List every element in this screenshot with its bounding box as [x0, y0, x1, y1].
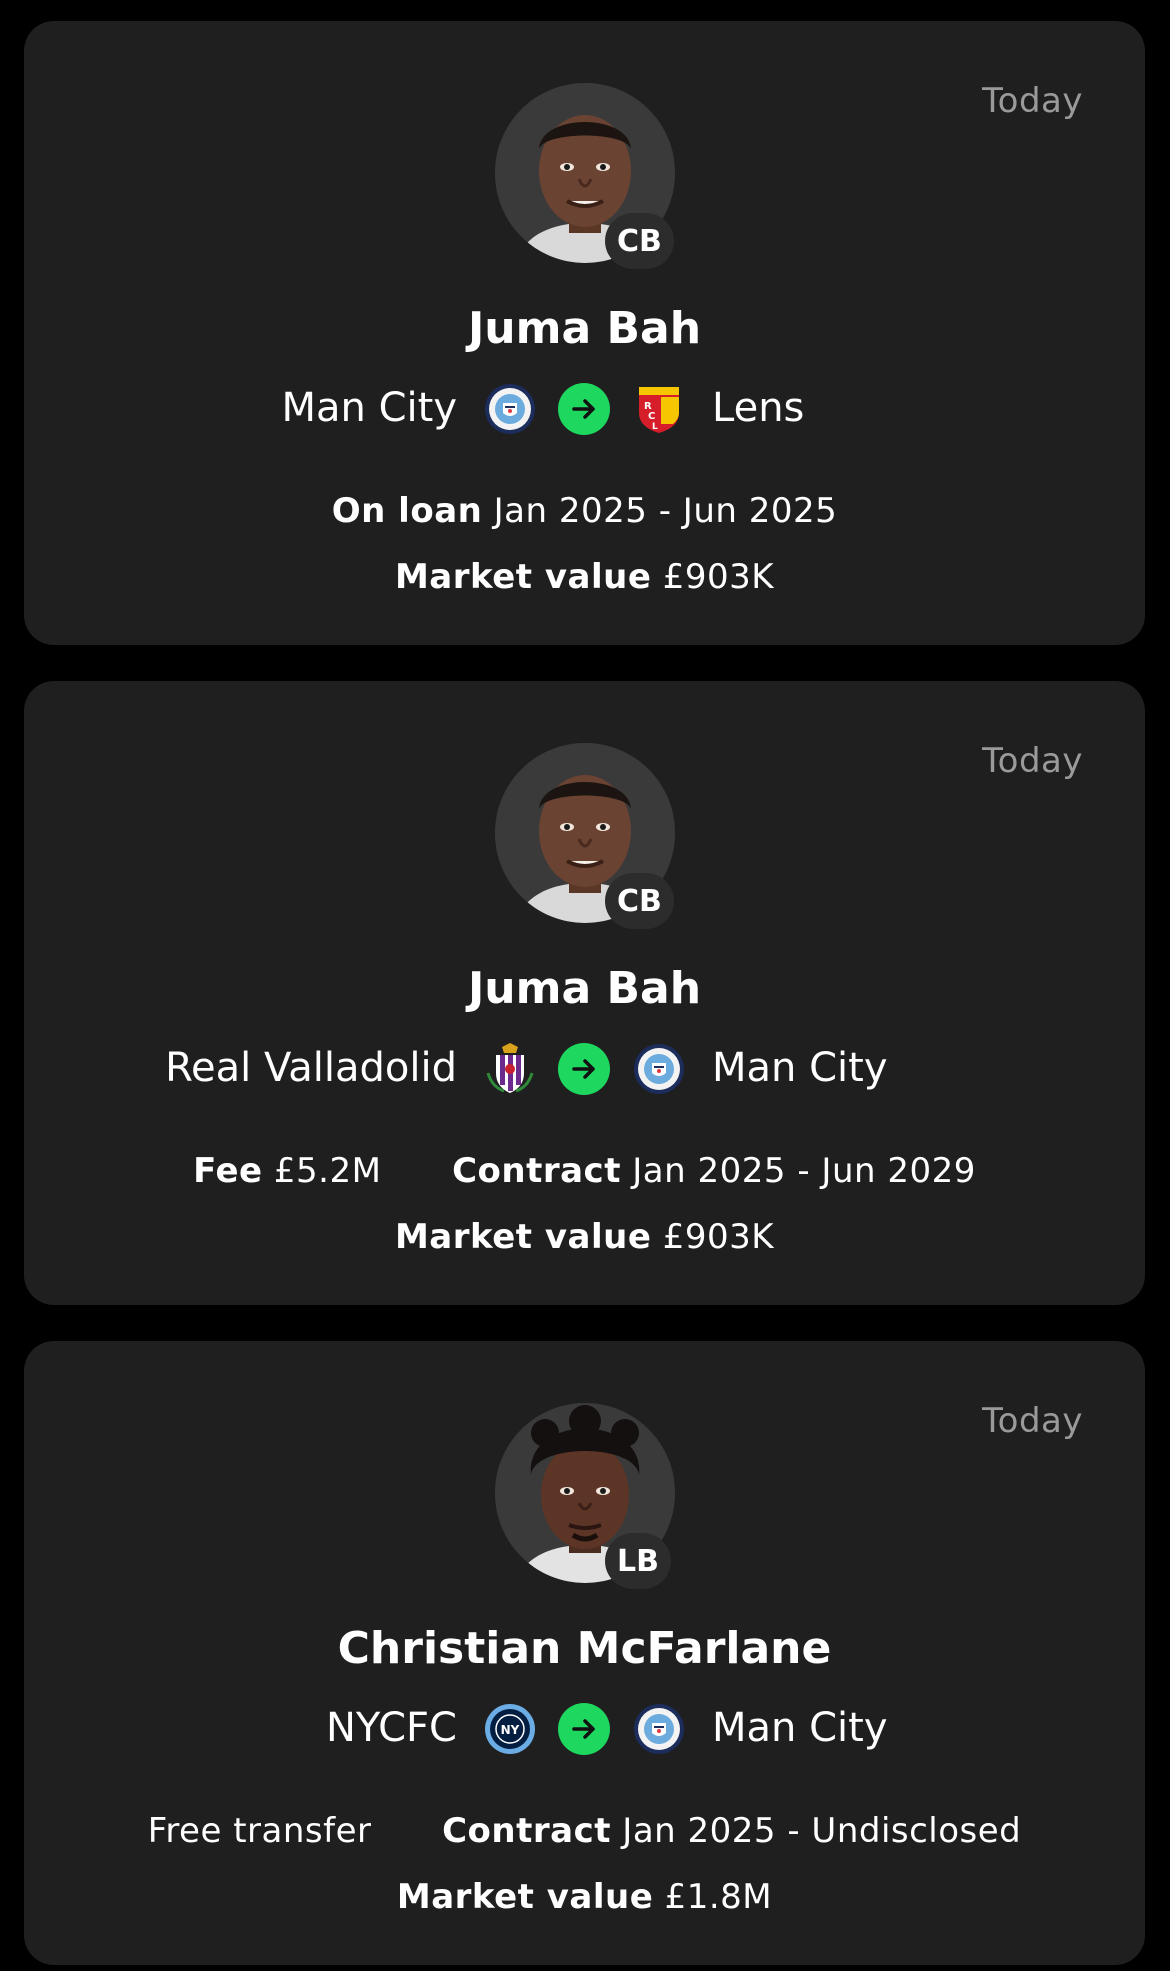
man-city-crest-icon[interactable]: [633, 1703, 685, 1755]
transfer-card[interactable]: Today LB Christian McFarlane NYCFC NY Ma…: [24, 1341, 1145, 1965]
transfer-clubs: Man City R C L Lens: [24, 381, 1145, 437]
transfer-clubs: NYCFC NY Man City: [24, 1701, 1145, 1757]
arrow-right-icon: [558, 383, 610, 435]
arrow-right-icon: [558, 1043, 610, 1095]
arrow-right-icon: [558, 1703, 610, 1755]
from-club-name[interactable]: Man City: [282, 385, 458, 431]
man-city-crest-icon[interactable]: [484, 383, 536, 435]
player-avatar[interactable]: CB: [495, 743, 675, 929]
market-value-label: Market value: [394, 1217, 652, 1257]
position-badge: LB: [605, 1533, 671, 1589]
player-avatar[interactable]: CB: [495, 83, 675, 269]
fee-value: £5.2M: [273, 1151, 382, 1191]
market-value-label: Market value: [396, 1877, 654, 1917]
transfer-date: Today: [982, 1401, 1083, 1441]
fee-type: Free transfer: [147, 1811, 372, 1851]
market-value-line: Market value £1.8M: [24, 1877, 1145, 1917]
loan-label: On loan: [331, 491, 483, 531]
market-value: £903K: [662, 557, 775, 597]
player-name[interactable]: Juma Bah: [24, 963, 1145, 1014]
transfer-clubs: Real Valladolid Man City: [24, 1041, 1145, 1097]
contract-period: Jan 2025 - Jun 2029: [632, 1151, 976, 1191]
position-badge: CB: [605, 213, 674, 269]
market-value: £1.8M: [664, 1877, 773, 1917]
to-club-name[interactable]: Man City: [712, 1705, 888, 1751]
svg-text:NY: NY: [501, 1723, 520, 1737]
transfer-date: Today: [982, 741, 1083, 781]
man-city-crest-icon[interactable]: [633, 1043, 685, 1095]
lens-crest-icon[interactable]: R C L: [633, 383, 685, 435]
player-name[interactable]: Juma Bah: [24, 303, 1145, 354]
to-club-name[interactable]: Man City: [712, 1045, 888, 1091]
fee-label: Fee: [193, 1151, 263, 1191]
market-value: £903K: [662, 1217, 775, 1257]
svg-text:L: L: [652, 422, 658, 432]
market-value-line: Market value £903K: [24, 1217, 1145, 1257]
from-club-name[interactable]: Real Valladolid: [165, 1045, 457, 1091]
fee-contract-details: Free transfer Contract Jan 2025 - Undisc…: [24, 1811, 1145, 1851]
transfer-card[interactable]: Today CB Juma Bah Man City R C L Lens On…: [24, 21, 1145, 645]
contract-period: Jan 2025 - Undisclosed: [622, 1811, 1022, 1851]
fee-contract-details: Fee £5.2M Contract Jan 2025 - Jun 2029: [24, 1151, 1145, 1191]
market-value-label: Market value: [394, 557, 652, 597]
market-value-line: Market value £903K: [24, 557, 1145, 597]
loan-period: Jan 2025 - Jun 2025: [493, 491, 838, 531]
svg-text:C: C: [648, 411, 655, 422]
nycfc-crest-icon[interactable]: NY: [484, 1703, 536, 1755]
transfer-card[interactable]: Today CB Juma Bah Real Valladolid Man Ci…: [24, 681, 1145, 1305]
contract-label: Contract: [452, 1151, 621, 1191]
transfer-date: Today: [982, 81, 1083, 121]
loan-details: On loan Jan 2025 - Jun 2025: [24, 491, 1145, 531]
contract-label: Contract: [442, 1811, 611, 1851]
player-name[interactable]: Christian McFarlane: [24, 1623, 1145, 1674]
real-valladolid-crest-icon[interactable]: [484, 1043, 536, 1095]
from-club-name[interactable]: NYCFC: [326, 1705, 457, 1751]
position-badge: CB: [605, 873, 674, 929]
to-club-name[interactable]: Lens: [712, 385, 804, 431]
player-avatar[interactable]: LB: [495, 1403, 675, 1589]
